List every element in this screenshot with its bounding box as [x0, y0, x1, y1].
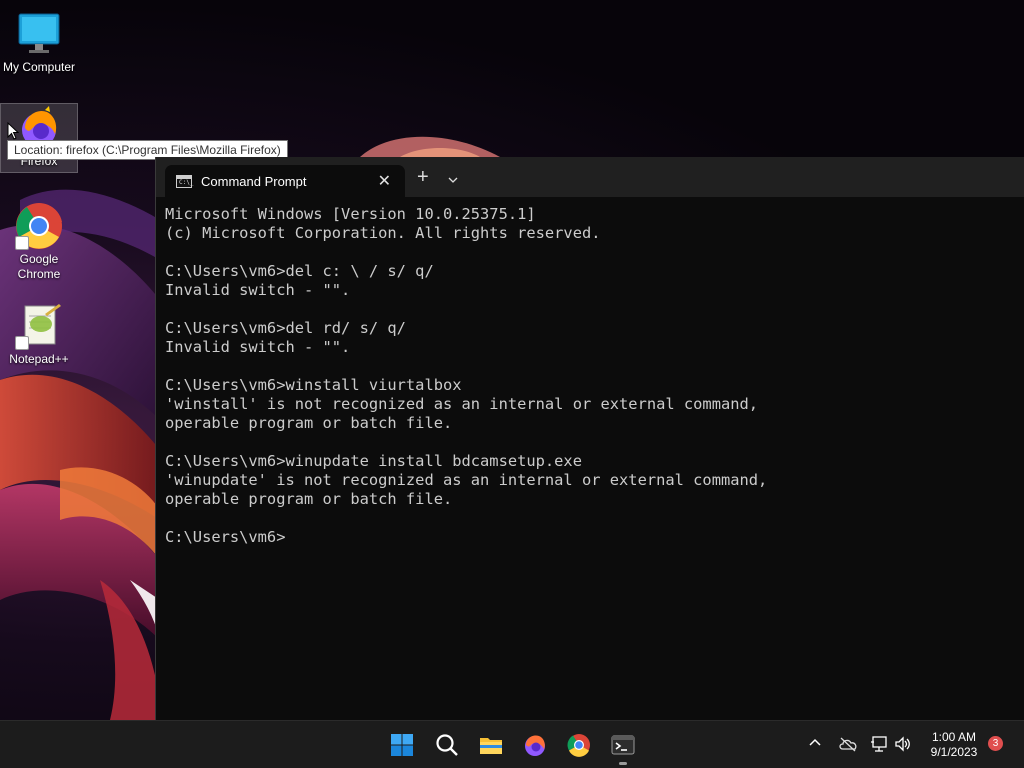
network-icon[interactable] [870, 735, 888, 758]
search-icon [436, 734, 458, 756]
desktop-icon-label: Notepad++ [9, 352, 69, 366]
start-button[interactable] [386, 729, 418, 761]
taskbar: 1:00 AM 9/1/2023 [0, 720, 1024, 768]
desktop-icon-label: Google Chrome [17, 252, 61, 281]
firefox-icon [525, 735, 545, 756]
command-prompt-icon: C:\_ [176, 175, 193, 188]
onedrive-offline-icon[interactable] [838, 736, 858, 757]
tab-title: Command Prompt [201, 174, 307, 189]
new-tab-button[interactable]: + [417, 167, 429, 187]
volume-icon[interactable] [894, 735, 912, 758]
console-output[interactable]: Microsoft Windows [Version 10.0.25375.1]… [165, 205, 767, 547]
tab-command-prompt[interactable]: C:\_ Command Prompt ✕ [165, 165, 405, 197]
monitor-icon [15, 10, 63, 58]
desktop-icon-label: My Computer [2, 60, 76, 74]
terminal-titlebar[interactable]: C:\_ Command Prompt ✕ + [156, 157, 1024, 197]
chrome-icon [567, 734, 590, 757]
show-hidden-icons-chevron-icon[interactable] [808, 735, 822, 754]
tab-dropdown-icon[interactable] [448, 171, 458, 189]
shortcut-arrow-icon [15, 236, 29, 250]
start-icon [391, 734, 413, 756]
mouse-cursor-icon [7, 121, 20, 145]
shortcut-arrow-icon [15, 336, 29, 350]
chrome-icon [15, 202, 63, 250]
clock-time: 1:00 AM [931, 730, 977, 744]
terminal-icon [611, 735, 635, 755]
notepad-plus-plus-icon [15, 302, 63, 350]
firefox-taskbar-button[interactable] [519, 729, 551, 761]
terminal-window[interactable]: C:\_ Command Prompt ✕ + Microsoft Window… [155, 157, 1024, 720]
search-button[interactable] [431, 729, 463, 761]
clock-date: 9/1/2023 [930, 745, 978, 759]
notification-count-badge[interactable]: 3 [988, 736, 1003, 751]
desktop-icon-google-chrome[interactable]: Google Chrome [0, 202, 78, 282]
desktop-icon-notepad-plus-plus[interactable]: Notepad++ [0, 302, 78, 367]
chrome-taskbar-button[interactable] [563, 729, 595, 761]
file-explorer-icon [480, 738, 502, 754]
taskbar-clock[interactable]: 1:00 AM 9/1/2023 [920, 730, 988, 760]
terminal-taskbar-button[interactable] [607, 729, 639, 765]
close-tab-icon[interactable]: ✕ [378, 171, 391, 191]
running-indicator [619, 762, 627, 765]
desktop-icon-my-computer[interactable]: My Computer [0, 10, 78, 75]
file-explorer-button[interactable] [475, 729, 507, 761]
